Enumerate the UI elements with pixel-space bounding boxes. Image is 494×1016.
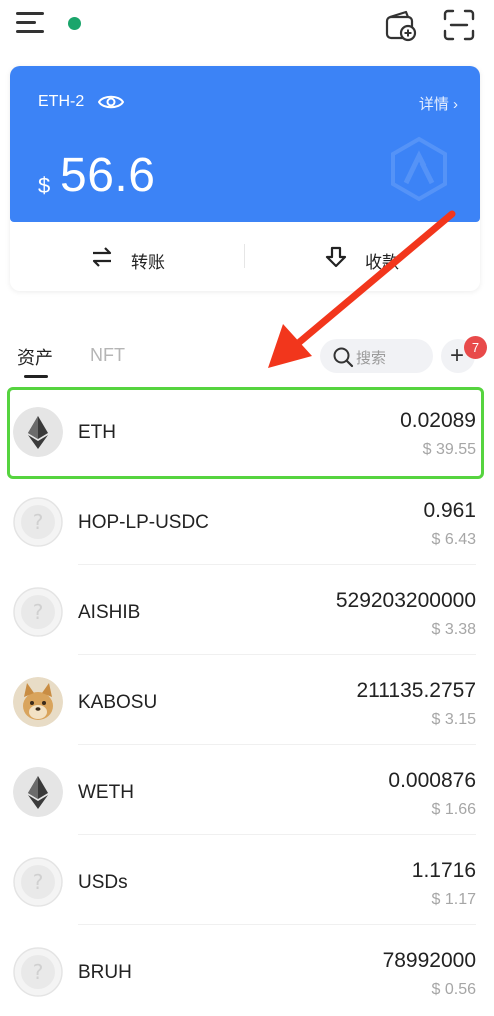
- ethereum-icon: [13, 407, 63, 457]
- receive-label: 收款: [365, 253, 399, 272]
- token-value: $ 1.66: [431, 801, 476, 818]
- notification-badge: 7: [464, 336, 487, 359]
- svg-text:?: ?: [33, 510, 44, 534]
- token-name: HOP-LP-USDC: [78, 512, 209, 533]
- token-name: ETH: [78, 422, 116, 443]
- token-name: AISHIB: [78, 602, 141, 623]
- kabosu-dog-icon: [13, 677, 63, 727]
- token-row-hop-lp-usdc[interactable]: ? HOP-LP-USDC 0.961 $ 6.43: [0, 475, 494, 565]
- unknown-token-icon: ?: [13, 947, 63, 997]
- plus-icon: +: [450, 342, 465, 369]
- search-icon: [333, 347, 354, 368]
- wallet-actions: 转账 收款: [10, 222, 480, 291]
- wallet-name[interactable]: ETH-2: [38, 93, 84, 111]
- hamburger-menu-icon[interactable]: [16, 12, 44, 34]
- search-placeholder: 搜索: [356, 350, 387, 367]
- receive-button[interactable]: 收款: [245, 222, 480, 291]
- token-value: $ 39.55: [422, 441, 476, 458]
- network-status-dot: [68, 17, 81, 30]
- tab-assets[interactable]: 资产: [17, 344, 53, 370]
- token-amount: 0.02089: [400, 409, 476, 432]
- token-value: $ 0.56: [431, 981, 476, 998]
- transfer-icon: [92, 247, 112, 267]
- token-amount: 0.000876: [388, 769, 476, 792]
- token-value: $ 6.43: [431, 531, 476, 548]
- token-row-bruh[interactable]: ? BRUH 78992000 $ 0.56: [0, 925, 494, 1015]
- scan-icon[interactable]: [442, 8, 476, 42]
- wallet-balance-panel: ETH-2 详情 › $ 56.6: [10, 66, 480, 222]
- token-row-weth[interactable]: WETH 0.000876 $ 1.66: [0, 745, 494, 835]
- svg-text:?: ?: [33, 960, 44, 984]
- token-value: $ 3.38: [431, 621, 476, 638]
- search-input[interactable]: 搜索: [320, 339, 433, 373]
- wallet-add-icon[interactable]: [384, 8, 418, 42]
- wallet-balance: 56.6: [60, 149, 156, 202]
- token-row-kabosu[interactable]: KABOSU 211135.2757 $ 3.15: [0, 655, 494, 745]
- token-amount: 529203200000: [335, 589, 476, 612]
- tab-active-indicator: [24, 375, 48, 378]
- token-row-usds[interactable]: ? USDs 1.1716 $ 1.17: [0, 835, 494, 925]
- unknown-token-icon: ?: [13, 497, 63, 547]
- token-amount: 211135.2757: [356, 679, 476, 702]
- token-value: $ 1.17: [431, 891, 476, 908]
- wallet-card: ETH-2 详情 › $ 56.6 转账 收款: [10, 66, 480, 291]
- token-name: BRUH: [78, 962, 132, 983]
- token-name: WETH: [78, 782, 134, 803]
- token-row-eth[interactable]: ETH 0.02089 $ 39.55: [0, 385, 494, 479]
- token-amount: 1.1716: [411, 859, 476, 882]
- token-name: KABOSU: [78, 692, 158, 713]
- eye-icon[interactable]: [98, 92, 124, 112]
- arbitrum-logo-watermark: [391, 136, 447, 202]
- transfer-button[interactable]: 转账: [10, 222, 245, 291]
- transfer-label: 转账: [131, 253, 165, 272]
- unknown-token-icon: ?: [13, 857, 63, 907]
- receive-icon: [325, 246, 347, 268]
- wallet-detail-link[interactable]: 详情 ›: [419, 93, 458, 114]
- token-amount: 0.961: [423, 499, 476, 522]
- token-name: USDs: [78, 872, 128, 893]
- token-row-aishib[interactable]: ? AISHIB 529203200000 $ 3.38: [0, 565, 494, 655]
- unknown-token-icon: ?: [13, 587, 63, 637]
- token-amount: 78992000: [382, 949, 476, 972]
- tab-nft[interactable]: NFT: [90, 345, 125, 366]
- currency-symbol: $: [38, 173, 51, 198]
- top-bar: [0, 0, 494, 50]
- svg-text:?: ?: [33, 600, 44, 624]
- token-value: $ 3.15: [431, 711, 476, 728]
- svg-text:?: ?: [33, 870, 44, 894]
- ethereum-icon: [13, 767, 63, 817]
